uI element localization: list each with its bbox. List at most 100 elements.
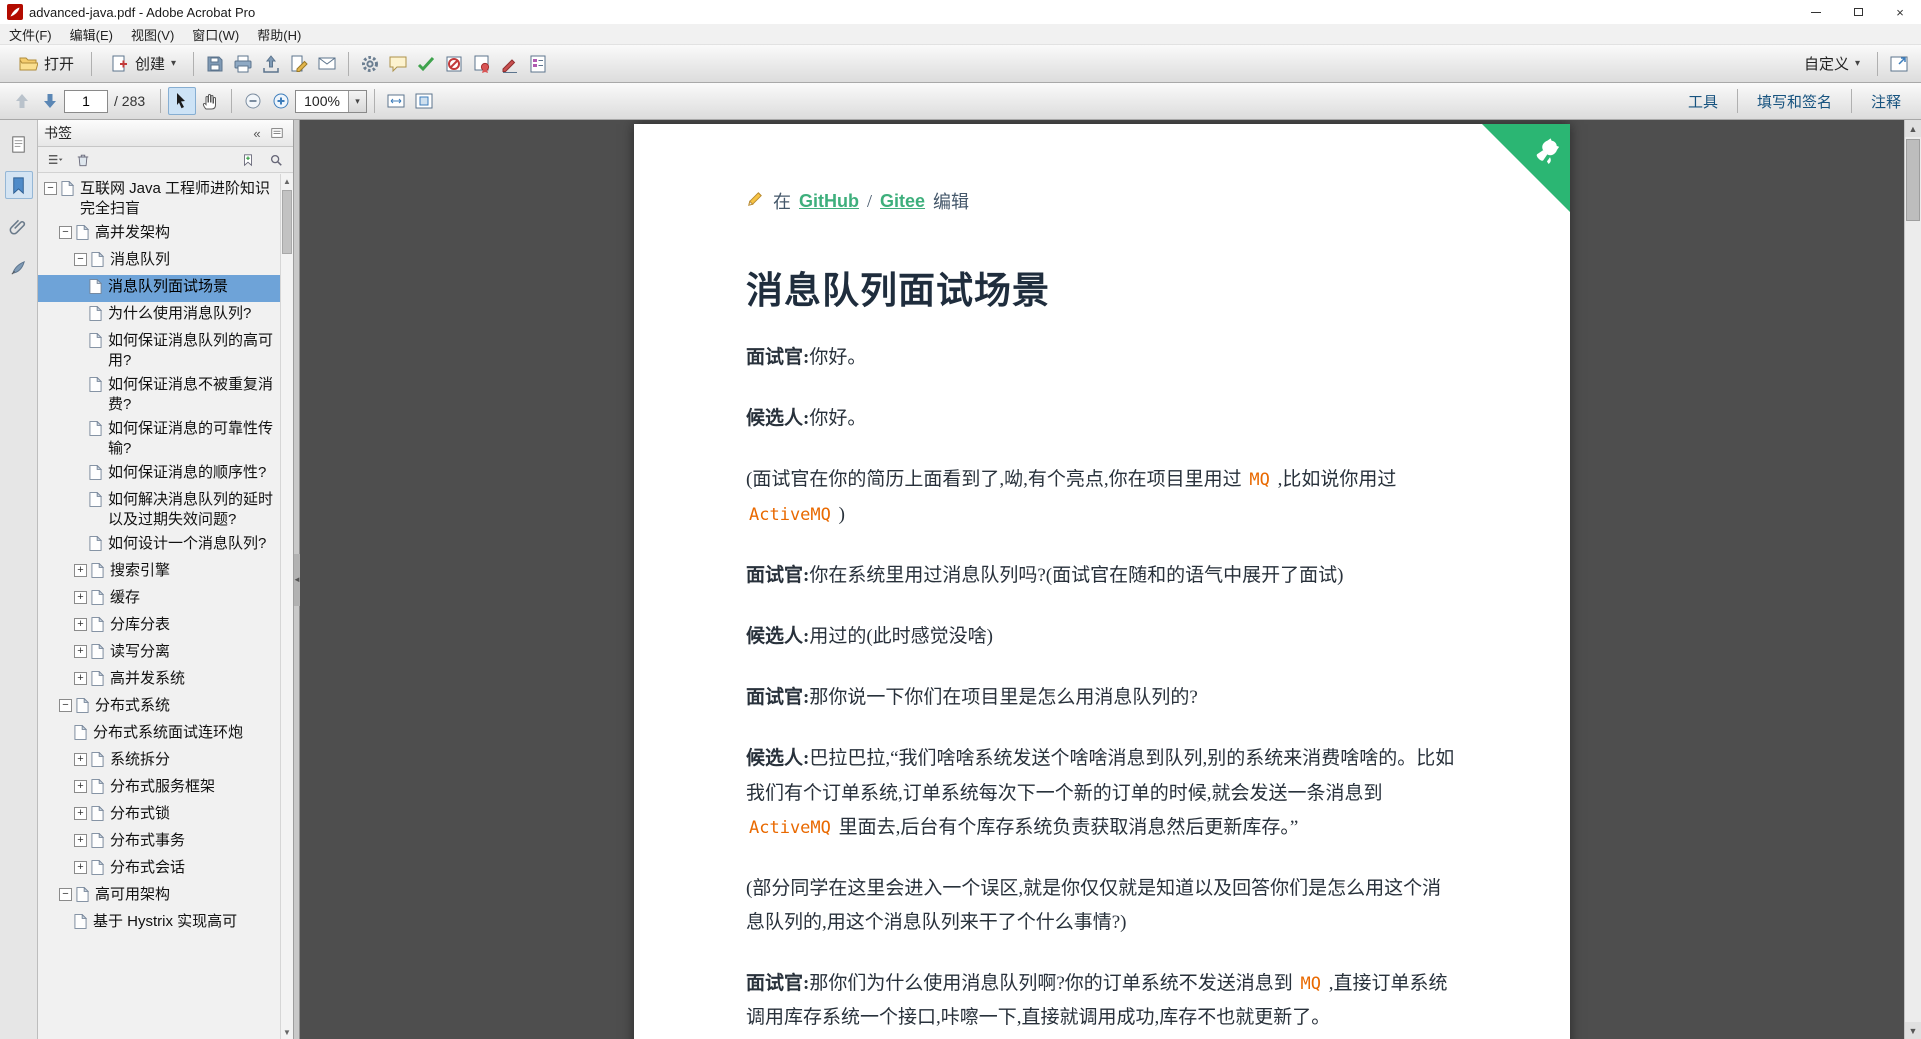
bookmark-item[interactable]: − 互联网 Java 工程师进阶知识完全扫盲	[38, 177, 280, 221]
restrict-editing-icon[interactable]	[440, 50, 468, 78]
bookmark-item[interactable]: + 缓存	[38, 586, 280, 613]
collapse-node-icon[interactable]: −	[74, 253, 87, 266]
fit-width-icon[interactable]	[382, 87, 410, 115]
bookmark-item[interactable]: 分布式系统面试连环炮	[38, 721, 280, 748]
zoom-level-select[interactable]: 100% ▾	[295, 89, 367, 113]
scroll-down-icon[interactable]: ▼	[281, 1025, 293, 1039]
expand-node-icon[interactable]: +	[74, 807, 87, 820]
scroll-up-icon[interactable]: ▲	[281, 174, 293, 188]
create-dropdown-arrow-icon[interactable]: ▾	[171, 58, 176, 69]
comment-pane-button[interactable]: 注释	[1859, 87, 1913, 116]
expand-node-icon[interactable]: +	[74, 618, 87, 631]
bookmark-item[interactable]: − 高并发架构	[38, 221, 280, 248]
bookmarks-panel-icon[interactable]	[4, 171, 33, 199]
page-thumbnails-icon[interactable]	[5, 130, 33, 158]
fit-page-icon[interactable]	[410, 87, 438, 115]
forms-icon[interactable]	[524, 50, 552, 78]
menu-window[interactable]: 窗口(W)	[183, 23, 248, 46]
expand-node-icon[interactable]: +	[74, 672, 87, 685]
expand-node-icon[interactable]: +	[74, 645, 87, 658]
bookmark-item[interactable]: − 高可用架构	[38, 883, 280, 910]
panel-menu-icon[interactable]	[267, 123, 287, 143]
bookmark-item[interactable]: 为什么使用消息队列?	[38, 302, 280, 329]
zoom-dropdown-arrow-icon[interactable]: ▾	[347, 90, 366, 112]
gitee-link[interactable]: Gitee	[880, 191, 925, 212]
scroll-up-icon[interactable]: ▲	[1905, 120, 1921, 137]
zoom-in-icon[interactable]	[267, 87, 295, 115]
menu-view[interactable]: 视图(V)	[122, 23, 183, 46]
collapse-node-icon[interactable]: −	[59, 699, 72, 712]
bookmark-item[interactable]: + 分布式服务框架	[38, 775, 280, 802]
expand-panels-icon[interactable]	[1885, 50, 1913, 78]
bookmark-item[interactable]: + 分布式锁	[38, 802, 280, 829]
next-page-icon[interactable]	[36, 87, 64, 115]
expand-node-icon[interactable]: +	[74, 861, 87, 874]
bookmark-item[interactable]: − 分布式系统	[38, 694, 280, 721]
bookmark-item[interactable]: + 搜索引擎	[38, 559, 280, 586]
certificate-icon[interactable]	[468, 50, 496, 78]
maximize-button[interactable]	[1837, 0, 1879, 24]
sign-document-icon[interactable]	[285, 50, 313, 78]
hand-tool-icon[interactable]	[196, 87, 224, 115]
delete-bookmark-icon[interactable]	[72, 150, 94, 170]
bookmark-item[interactable]: + 分布式事务	[38, 829, 280, 856]
pdf-page[interactable]: 在 GitHub / Gitee 编辑 消息队列面试场景 面试官:你好。 候选人:…	[634, 124, 1570, 1039]
page-number-input[interactable]	[64, 89, 108, 113]
bookmarks-scrollbar-thumb[interactable]	[282, 190, 292, 254]
bookmark-item[interactable]: 消息队列面试场景	[38, 275, 280, 302]
document-scrollbar[interactable]: ▲ ▼	[1904, 120, 1921, 1039]
bookmark-item[interactable]: + 分库分表	[38, 613, 280, 640]
print-icon[interactable]	[229, 50, 257, 78]
github-link[interactable]: GitHub	[799, 191, 859, 212]
bookmark-item[interactable]: − 消息队列	[38, 248, 280, 275]
share-icon[interactable]	[257, 50, 285, 78]
bookmark-item[interactable]: 如何保证消息的可靠性传输?	[38, 417, 280, 461]
expand-node-icon[interactable]: +	[74, 834, 87, 847]
expand-node-icon[interactable]: +	[74, 753, 87, 766]
zoom-out-icon[interactable]	[239, 87, 267, 115]
select-tool-icon[interactable]	[168, 87, 197, 115]
create-button[interactable]: 创建 ▾	[99, 48, 186, 79]
bookmark-item[interactable]: 如何保证消息的顺序性?	[38, 461, 280, 488]
bookmark-item[interactable]: + 系统拆分	[38, 748, 280, 775]
collapse-node-icon[interactable]: −	[59, 888, 72, 901]
signature-pen-icon[interactable]	[496, 50, 524, 78]
customize-dropdown-arrow-icon[interactable]: ▾	[1855, 58, 1860, 69]
fill-sign-pane-button[interactable]: 填写和签名	[1745, 87, 1844, 116]
signatures-panel-icon[interactable]	[5, 253, 33, 281]
minimize-button[interactable]	[1795, 0, 1837, 24]
expand-node-icon[interactable]: +	[74, 564, 87, 577]
attachments-panel-icon[interactable]	[5, 212, 33, 240]
bookmark-item[interactable]: + 读写分离	[38, 640, 280, 667]
customize-button[interactable]: 自定义 ▾	[1794, 48, 1870, 79]
save-icon[interactable]	[201, 50, 229, 78]
expand-node-icon[interactable]: +	[74, 591, 87, 604]
document-scrollbar-thumb[interactable]	[1906, 139, 1920, 221]
bookmark-item[interactable]: + 分布式会话	[38, 856, 280, 883]
bookmark-options-icon[interactable]	[44, 150, 66, 170]
previous-page-icon[interactable]	[8, 87, 36, 115]
bookmark-item[interactable]: 如何解决消息队列的延时以及过期失效问题?	[38, 488, 280, 532]
bookmark-item[interactable]: 如何保证消息不被重复消费?	[38, 373, 280, 417]
email-icon[interactable]	[313, 50, 341, 78]
expand-node-icon[interactable]: +	[74, 780, 87, 793]
comment-bubble-icon[interactable]	[384, 50, 412, 78]
open-button[interactable]: 打开	[8, 48, 84, 79]
approve-stamp-icon[interactable]	[412, 50, 440, 78]
tools-pane-button[interactable]: 工具	[1676, 87, 1730, 116]
bookmarks-scrollbar[interactable]: ▲ ▼	[280, 174, 293, 1039]
gear-icon[interactable]	[356, 50, 384, 78]
bookmark-item[interactable]: + 高并发系统	[38, 667, 280, 694]
collapse-node-icon[interactable]: −	[59, 226, 72, 239]
bookmark-item[interactable]: 如何设计一个消息队列?	[38, 532, 280, 559]
menu-help[interactable]: 帮助(H)	[248, 23, 310, 46]
bookmark-item[interactable]: 如何保证消息队列的高可用?	[38, 329, 280, 373]
collapse-node-icon[interactable]: −	[44, 182, 57, 195]
scroll-down-icon[interactable]: ▼	[1905, 1022, 1921, 1039]
menu-edit[interactable]: 编辑(E)	[61, 23, 122, 46]
collapse-panel-icon[interactable]: «	[247, 123, 267, 143]
new-bookmark-icon[interactable]	[237, 150, 259, 170]
find-bookmark-icon[interactable]	[265, 150, 287, 170]
close-button[interactable]: ×	[1879, 0, 1921, 24]
bookmark-item[interactable]: 基于 Hystrix 实现高可	[38, 910, 280, 937]
